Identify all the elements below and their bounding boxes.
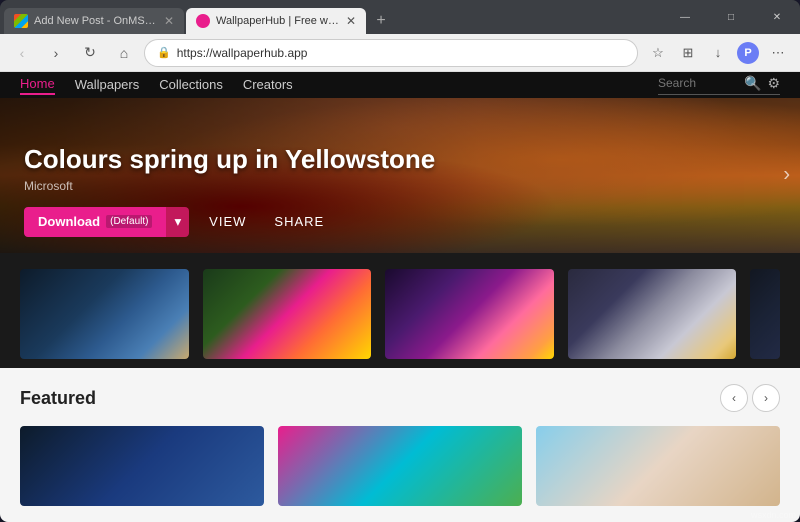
tabs-area: Add New Post - OnMSFT.com... ✕ Wallpaper… xyxy=(0,0,656,34)
featured-item-2[interactable] xyxy=(536,426,780,506)
downloads-icon[interactable]: ↓ xyxy=(704,39,732,67)
nav-collections[interactable]: Collections xyxy=(159,75,223,94)
download-button[interactable]: Download (Default) xyxy=(24,207,166,237)
thumbnail-item-1[interactable]: In the Garden of Europe Microsoft xyxy=(203,269,372,352)
featured-image-1 xyxy=(278,426,522,506)
nav-home[interactable]: Home xyxy=(20,74,55,95)
settings-nav-icon[interactable]: ⚙ xyxy=(767,75,780,92)
thumbnail-image-3 xyxy=(568,269,737,359)
close-button[interactable]: ✕ xyxy=(754,0,800,34)
download-dropdown-button[interactable]: ▾ xyxy=(166,207,189,237)
featured-image-2 xyxy=(536,426,780,506)
featured-grid xyxy=(20,426,780,506)
thumbnails-section: Thunderbolt and lightning... Microsoft I… xyxy=(0,253,800,368)
tab-favicon-wallpaper xyxy=(196,14,210,28)
download-badge: (Default) xyxy=(106,215,152,228)
thumbnail-item-extra[interactable] xyxy=(750,269,780,352)
forward-button[interactable]: › xyxy=(42,39,70,67)
thumbnail-item-3[interactable]: Background - Enterprise Bridge Michael G… xyxy=(568,269,737,352)
tab-close-wallpaper[interactable]: ✕ xyxy=(346,14,356,28)
featured-section: Featured ‹ › xyxy=(0,368,800,522)
view-button[interactable]: VIEW xyxy=(201,210,254,233)
search-icon[interactable]: 🔍 xyxy=(744,75,761,92)
tab-msft[interactable]: Add New Post - OnMSFT.com... ✕ xyxy=(4,8,184,34)
site-nav: Home Wallpapers Collections Creators 🔍 ⚙ xyxy=(0,72,800,98)
thumbnail-image-extra xyxy=(750,269,780,359)
home-button[interactable]: ⌂ xyxy=(110,39,138,67)
featured-prev-button[interactable]: ‹ xyxy=(720,384,748,412)
featured-next-button[interactable]: › xyxy=(752,384,780,412)
section-header: Featured ‹ › xyxy=(20,384,780,412)
download-label: Download xyxy=(38,214,100,229)
thumbnail-image-2 xyxy=(385,269,554,359)
minimize-button[interactable]: — xyxy=(662,0,708,34)
featured-image-0 xyxy=(20,426,264,506)
address-bar: ‹ › ↻ ⌂ 🔒 https://wallpaperhub.app ☆ ⊞ ↓… xyxy=(0,34,800,72)
profile-icon[interactable]: P xyxy=(734,39,762,67)
search-area: 🔍 ⚙ xyxy=(658,75,780,95)
hero-title: Colours spring up in Yellowstone xyxy=(24,144,776,175)
maximize-button[interactable]: □ xyxy=(708,0,754,34)
search-input[interactable] xyxy=(658,76,738,90)
hero-actions: Download (Default) ▾ VIEW SHARE xyxy=(24,207,776,237)
tab-label-wallpaper: WallpaperHub | Free wallpapers... xyxy=(216,15,340,27)
new-tab-button[interactable]: + xyxy=(368,8,394,34)
avatar: P xyxy=(737,42,759,64)
site-content: Home Wallpapers Collections Creators 🔍 ⚙… xyxy=(0,72,800,522)
window-controls: — □ ✕ xyxy=(662,0,800,34)
title-bar: Add New Post - OnMSFT.com... ✕ Wallpaper… xyxy=(0,0,800,34)
hero-section: Colours spring up in Yellowstone Microso… xyxy=(0,98,800,253)
download-button-group: Download (Default) ▾ xyxy=(24,207,189,237)
url-text: https://wallpaperhub.app xyxy=(177,46,625,60)
lock-icon: 🔒 xyxy=(157,46,171,59)
tab-favicon-msft xyxy=(14,14,28,28)
featured-item-0[interactable] xyxy=(20,426,264,506)
tab-close-msft[interactable]: ✕ xyxy=(164,14,174,28)
settings-icon[interactable]: ⋯ xyxy=(764,39,792,67)
thumbnail-item-2[interactable]: 今日は「霧雨」 Microsoft xyxy=(385,269,554,352)
share-button[interactable]: SHARE xyxy=(266,210,332,233)
collections-icon[interactable]: ⊞ xyxy=(674,39,702,67)
thumbnail-item-0[interactable]: Thunderbolt and lightning... Microsoft xyxy=(20,269,189,352)
tab-wallpaper[interactable]: WallpaperHub | Free wallpapers... ✕ xyxy=(186,8,366,34)
back-button[interactable]: ‹ xyxy=(8,39,36,67)
nav-wallpapers[interactable]: Wallpapers xyxy=(75,75,140,94)
toolbar-icons: ☆ ⊞ ↓ P ⋯ xyxy=(644,39,792,67)
thumbnail-image-1 xyxy=(203,269,372,359)
url-bar[interactable]: 🔒 https://wallpaperhub.app xyxy=(144,39,638,67)
refresh-button[interactable]: ↻ xyxy=(76,39,104,67)
featured-title: Featured xyxy=(20,388,96,409)
browser-window: Add New Post - OnMSFT.com... ✕ Wallpaper… xyxy=(0,0,800,522)
featured-item-1[interactable] xyxy=(278,426,522,506)
tab-label-msft: Add New Post - OnMSFT.com... xyxy=(34,15,158,27)
hero-subtitle: Microsoft xyxy=(24,179,776,193)
favorites-icon[interactable]: ☆ xyxy=(644,39,672,67)
featured-nav: ‹ › xyxy=(720,384,780,412)
nav-creators[interactable]: Creators xyxy=(243,75,293,94)
hero-content: Colours spring up in Yellowstone Microso… xyxy=(0,124,800,253)
watermark: wsxdn.com xyxy=(751,510,796,520)
hero-next-button[interactable]: › xyxy=(783,164,790,187)
thumbnail-image-0 xyxy=(20,269,189,359)
